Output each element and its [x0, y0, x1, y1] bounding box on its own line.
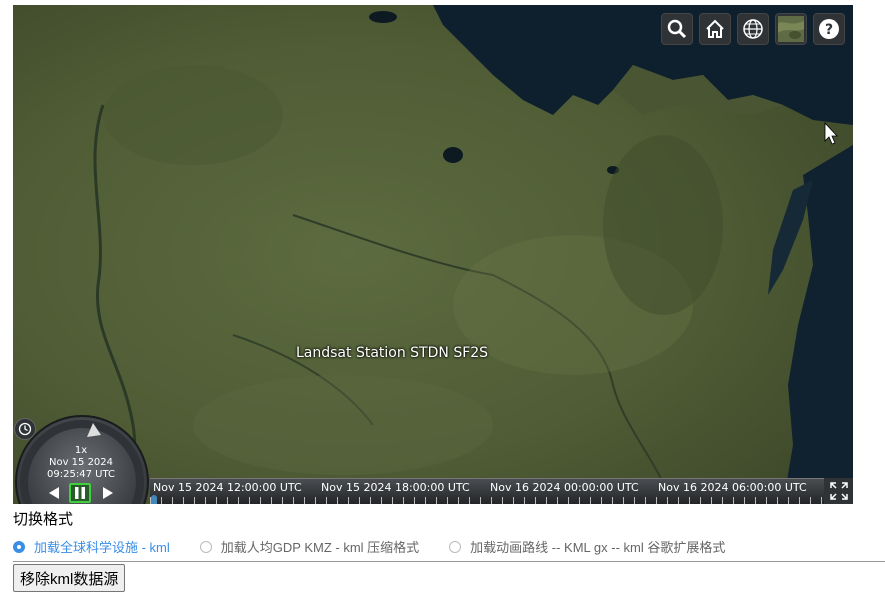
radio-option-science-facilities[interactable]: 加载全球科学设施 - kml — [13, 537, 170, 556]
radio-option-animated-route[interactable]: 加载动画路线 -- KML gx -- kml 谷歌扩展格式 — [449, 537, 725, 556]
play-forward-button[interactable] — [97, 483, 119, 503]
format-radio-group: 加载全球科学设施 - kml 加载人均GDP KMZ - kml 压缩格式 加载… — [13, 537, 755, 556]
radio-button-checked[interactable] — [13, 540, 25, 553]
divider — [13, 561, 885, 562]
help-button[interactable]: ? — [813, 13, 845, 45]
play-reverse-icon — [49, 487, 59, 499]
timeline-tick-label: Nov 15 2024 12:00:00 UTC — [153, 481, 302, 494]
search-button[interactable] — [661, 13, 693, 45]
globe-icon — [743, 19, 763, 39]
help-icon: ? — [819, 19, 839, 39]
fullscreen-button[interactable] — [824, 478, 853, 504]
search-icon — [667, 19, 687, 39]
pause-button[interactable] — [69, 483, 91, 503]
svg-text:?: ? — [825, 22, 833, 38]
scene-mode-button[interactable] — [737, 13, 769, 45]
play-forward-icon — [103, 487, 113, 499]
radio-label: 加载全球科学设施 - kml — [34, 540, 170, 555]
animation-date: Nov 15 2024 — [48, 457, 114, 468]
fullscreen-icon — [829, 482, 848, 500]
timeline-tick-label: Nov 16 2024 06:00:00 UTC — [658, 481, 807, 494]
timeline-ticks — [150, 497, 824, 504]
timeline[interactable]: Nov 15 2024 12:00:00 UTC Nov 15 2024 18:… — [150, 478, 824, 504]
cesium-viewer[interactable]: ? Landsat Station STDN SF2S 1x Nov 15 20… — [13, 5, 853, 504]
animation-clock-button[interactable] — [14, 418, 36, 440]
radio-button[interactable] — [199, 540, 212, 553]
radio-label: 加载人均GDP KMZ - kml 压缩格式 — [220, 540, 420, 555]
viewer-toolbar: ? — [661, 13, 845, 45]
animation-speed: 1x — [74, 445, 88, 456]
pause-icon — [75, 487, 85, 499]
radio-label: 加载动画路线 -- KML gx -- kml 谷歌扩展格式 — [470, 540, 726, 555]
play-reverse-button[interactable] — [43, 483, 65, 503]
base-layer-picker-button[interactable] — [775, 13, 807, 45]
radio-button[interactable] — [449, 540, 462, 553]
clock-icon — [18, 422, 32, 436]
imagery-picker-icon — [778, 16, 804, 42]
remove-kml-datasource-button[interactable]: 移除kml数据源 — [13, 564, 126, 592]
section-title: 切换格式 — [13, 511, 74, 528]
home-button[interactable] — [699, 13, 731, 45]
home-icon — [706, 19, 724, 38]
timeline-needle[interactable] — [151, 495, 157, 504]
timeline-tick-label: Nov 15 2024 18:00:00 UTC — [321, 481, 470, 494]
timeline-tick-label: Nov 16 2024 00:00:00 UTC — [490, 481, 639, 494]
radio-option-gdp-kmz[interactable]: 加载人均GDP KMZ - kml 压缩格式 — [199, 537, 420, 556]
animation-time: 09:25:47 UTC — [47, 469, 115, 480]
map-place-label: Landsat Station STDN SF2S — [296, 345, 489, 361]
